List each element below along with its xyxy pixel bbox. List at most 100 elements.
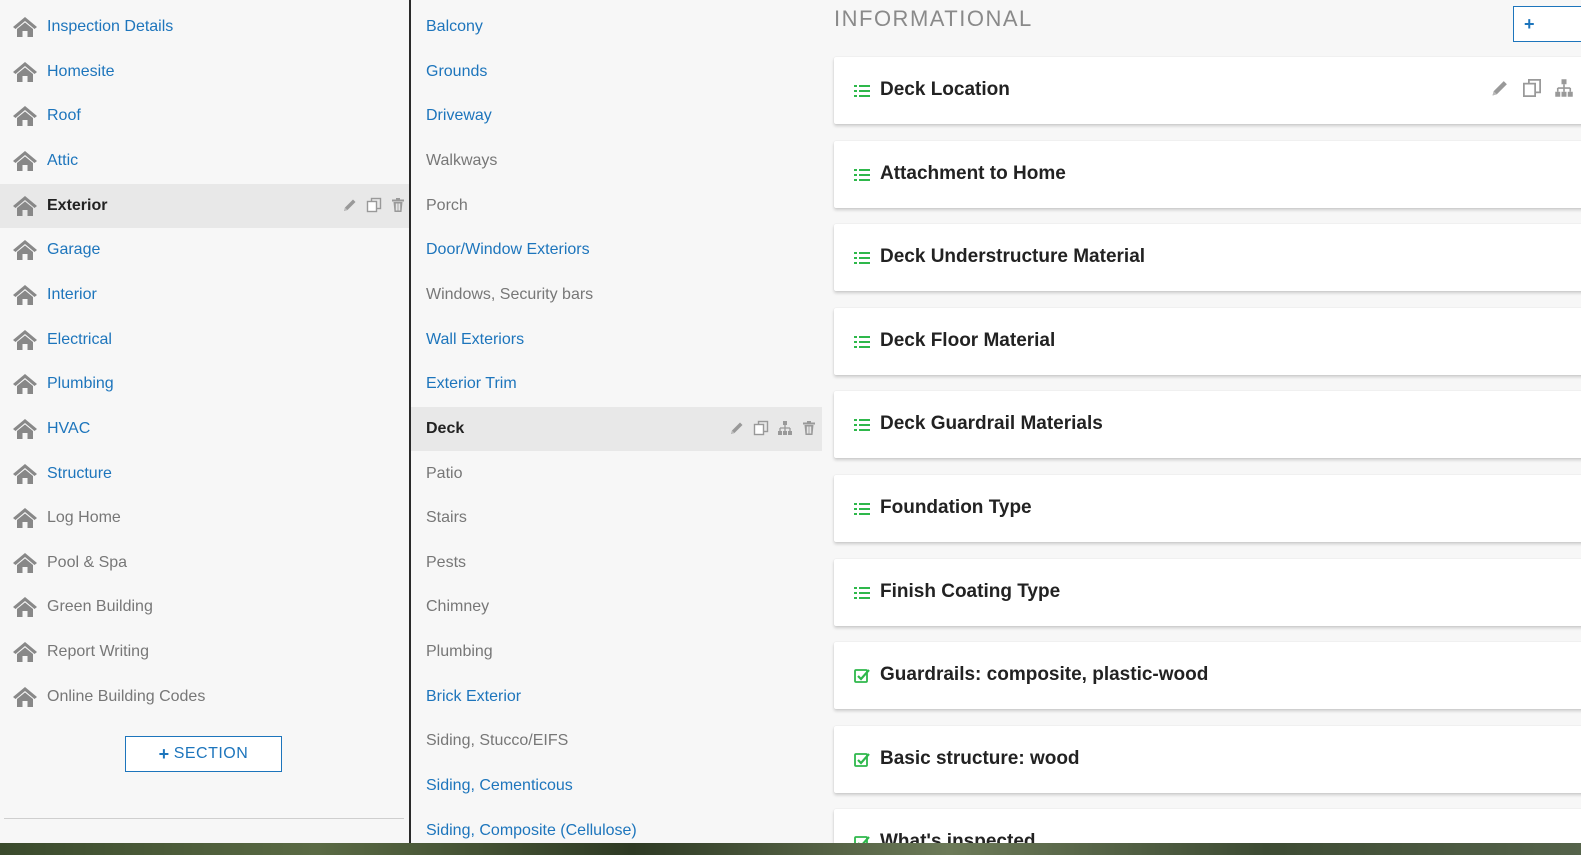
item-card[interactable]: Deck Location	[834, 57, 1581, 124]
subsection-item[interactable]: Pests	[411, 541, 822, 585]
sitemap-icon[interactable]	[777, 420, 793, 436]
section-item-label: Plumbing	[47, 375, 114, 393]
subsection-item[interactable]: Plumbing	[411, 630, 822, 674]
house-icon	[12, 149, 38, 173]
section-item-label: Log Home	[47, 509, 121, 527]
sitemap-icon[interactable]	[1554, 78, 1574, 98]
section-item[interactable]: Structure	[0, 452, 409, 496]
item-card[interactable]: Deck Floor Material	[834, 307, 1581, 375]
house-icon	[12, 60, 38, 84]
item-card-title: Deck Guardrail Materials	[880, 413, 1103, 435]
subsection-item-label: Siding, Cementicous	[426, 777, 573, 795]
subsection-item-label: Grounds	[426, 62, 488, 80]
house-icon	[12, 462, 38, 486]
subsection-item[interactable]: Exterior Trim	[411, 362, 822, 406]
subsection-item-label: Plumbing	[426, 643, 493, 661]
house-icon	[12, 104, 38, 128]
edit-icon[interactable]	[729, 420, 745, 436]
edit-icon[interactable]	[1490, 78, 1510, 98]
section-item[interactable]: Exterior	[0, 183, 409, 228]
house-icon	[12, 328, 38, 352]
section-item[interactable]: Report Writing	[0, 630, 409, 674]
house-icon	[12, 283, 38, 307]
item-card-title: Deck Location	[880, 79, 1010, 100]
check-square-icon	[853, 834, 871, 843]
section-item[interactable]: Log Home	[0, 496, 409, 540]
subsection-item-actions	[729, 420, 817, 436]
section-item-label: Roof	[47, 107, 81, 125]
subsection-item[interactable]: Walkways	[411, 139, 822, 183]
subsection-item[interactable]: Windows, Security bars	[411, 273, 822, 317]
subsection-item[interactable]: Brick Exterior	[411, 675, 822, 719]
item-card[interactable]: What's inspected	[834, 809, 1581, 843]
section-item-label: Structure	[47, 464, 112, 482]
item-card[interactable]: Finish Coating Type	[834, 558, 1581, 626]
sections-panel: Inspection Details Homesite Roof Attic Exter…	[0, 0, 409, 843]
subsection-item-label: Exterior Trim	[426, 375, 517, 393]
subsection-item-label: Door/Window Exteriors	[426, 241, 590, 259]
edit-icon[interactable]	[342, 197, 358, 213]
add-section-button[interactable]: + SECTION	[125, 736, 282, 772]
copy-icon[interactable]	[753, 420, 769, 436]
item-card-title: Foundation Type	[880, 497, 1032, 518]
section-item-label: Electrical	[47, 330, 112, 348]
subsection-item-label: Porch	[426, 196, 468, 214]
copy-icon[interactable]	[366, 197, 382, 213]
subsection-item[interactable]: Balcony	[411, 5, 822, 49]
item-card[interactable]: Guardrails: composite, plastic-wood	[834, 642, 1581, 710]
delete-icon[interactable]	[801, 420, 817, 436]
subsection-item[interactable]: Porch	[411, 184, 822, 228]
sections-divider	[4, 818, 404, 819]
section-item[interactable]: Pool & Spa	[0, 541, 409, 585]
copy-icon[interactable]	[1522, 78, 1542, 98]
subsection-item[interactable]: Siding, Composite (Cellulose)	[411, 809, 822, 843]
items-panel: INFORMATIONAL + Deck Location Attachment …	[822, 0, 1581, 843]
subsection-item[interactable]: Driveway	[411, 94, 822, 138]
subsection-item-label: Chimney	[426, 598, 490, 616]
list-icon	[853, 584, 871, 602]
check-square-icon	[853, 667, 871, 685]
subsection-item[interactable]: Stairs	[411, 496, 822, 540]
house-icon	[12, 595, 38, 619]
section-item[interactable]: Plumbing	[0, 362, 409, 406]
item-card[interactable]: Foundation Type	[834, 475, 1581, 542]
section-item[interactable]: Homesite	[0, 50, 409, 94]
subsection-item[interactable]: Chimney	[411, 585, 822, 629]
section-item[interactable]: Inspection Details	[0, 5, 409, 49]
subsection-item[interactable]: Grounds	[411, 50, 822, 94]
section-item[interactable]: Garage	[0, 228, 409, 272]
add-item-button[interactable]: +	[1513, 6, 1581, 42]
section-item-label: Green Building	[47, 598, 153, 616]
section-item[interactable]: HVAC	[0, 407, 409, 451]
subsection-item-label: Deck	[426, 419, 465, 437]
item-card[interactable]: Attachment to Home	[834, 140, 1581, 208]
item-card[interactable]: Deck Guardrail Materials	[834, 391, 1581, 459]
subsection-item[interactable]: Siding, Stucco/EIFS	[411, 719, 822, 763]
house-icon	[12, 238, 38, 262]
section-item-label: Interior	[47, 285, 97, 303]
plus-icon: +	[1524, 14, 1535, 34]
delete-icon[interactable]	[390, 197, 406, 213]
house-icon	[12, 685, 38, 709]
section-item[interactable]: Green Building	[0, 585, 409, 629]
subsection-item[interactable]: Patio	[411, 452, 822, 496]
list-icon	[853, 500, 871, 518]
section-item[interactable]: Roof	[0, 94, 409, 138]
background-photo-strip	[0, 843, 1581, 855]
subsection-item[interactable]: Deck	[411, 406, 822, 451]
list-icon	[853, 416, 871, 434]
subsection-item[interactable]: Door/Window Exteriors	[411, 228, 822, 272]
section-item-label: Garage	[47, 241, 101, 259]
informational-heading: INFORMATIONAL	[834, 6, 1033, 31]
item-card[interactable]: Deck Understructure Material	[834, 224, 1581, 292]
section-item[interactable]: Attic	[0, 139, 409, 183]
section-item-label: Homesite	[47, 62, 115, 80]
section-item[interactable]: Interior	[0, 273, 409, 317]
section-item[interactable]: Online Building Codes	[0, 675, 409, 719]
subsection-item[interactable]: Siding, Cementicous	[411, 764, 822, 808]
subsection-item[interactable]: Wall Exteriors	[411, 318, 822, 362]
subsection-item-label: Balcony	[426, 18, 483, 35]
subsection-item-label: Patio	[426, 464, 463, 482]
section-item[interactable]: Electrical	[0, 318, 409, 362]
item-card[interactable]: Basic structure: wood	[834, 725, 1581, 793]
